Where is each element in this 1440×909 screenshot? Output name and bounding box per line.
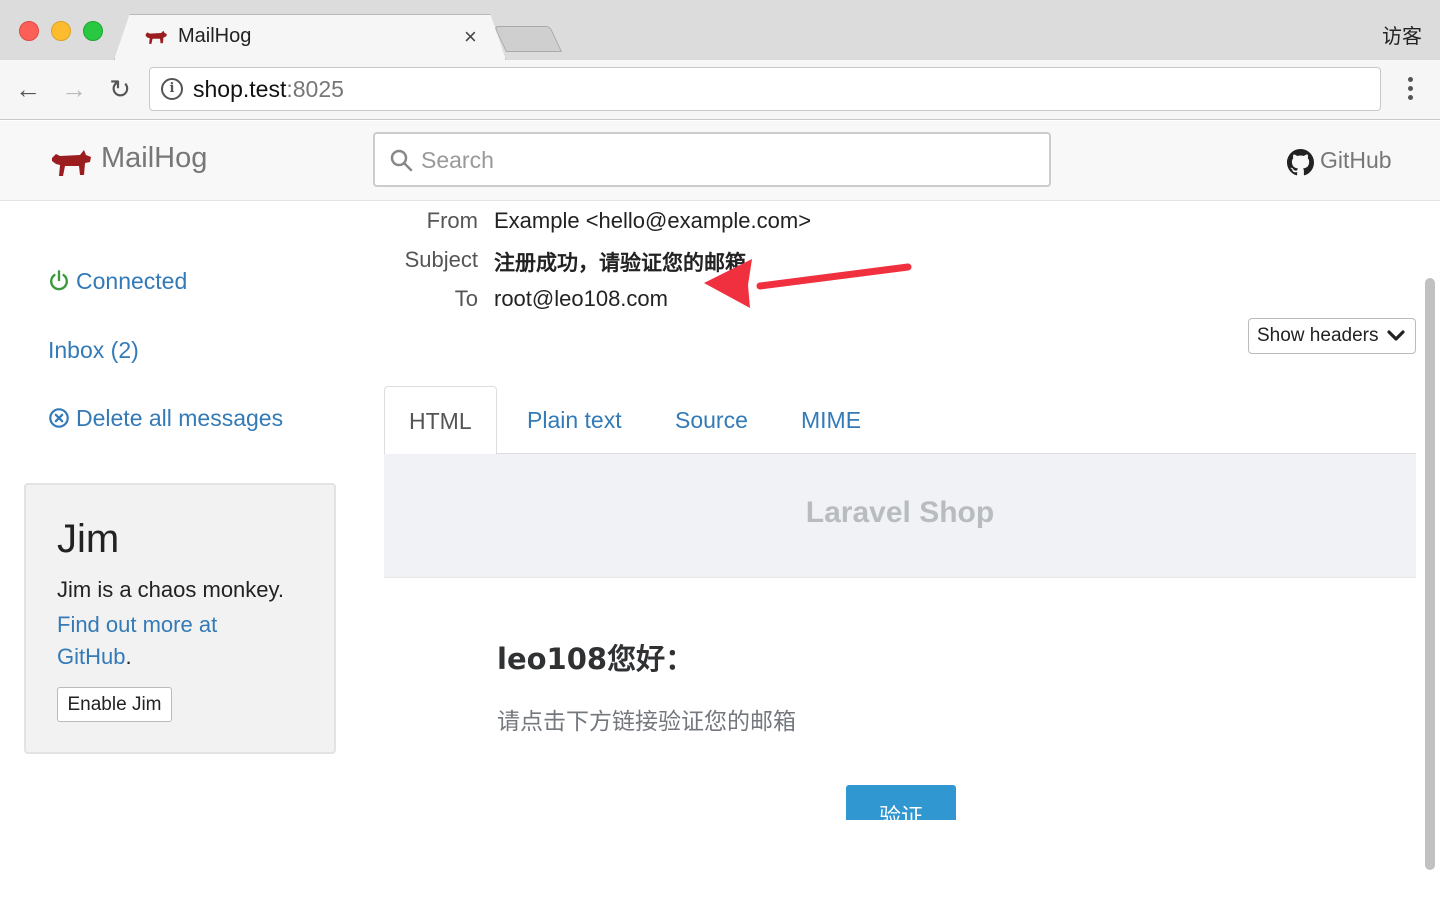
from-value: Example <hello@example.com> [494, 208, 812, 233]
new-tab-button[interactable] [493, 26, 563, 52]
sidebar-item-inbox[interactable]: Inbox (2) [48, 337, 139, 364]
jim-github-link-row: Find out more at GitHub. [57, 609, 277, 673]
verify-button[interactable]: 验证 [846, 785, 956, 820]
arrow-annotation [704, 259, 912, 308]
jim-title: Jim [57, 517, 120, 561]
tab-plain-text[interactable]: Plain text [527, 386, 622, 454]
enable-jim-button[interactable]: Enable Jim [57, 687, 172, 722]
brand-name[interactable]: MailHog [101, 142, 207, 175]
browser-menu-icon[interactable] [1400, 74, 1420, 106]
guest-profile-label[interactable]: 访客 [1382, 20, 1422, 49]
delete-all-messages-link[interactable]: Delete all messages [48, 405, 283, 432]
url-port: :8025 [286, 76, 344, 102]
connection-status-label: Connected [76, 268, 188, 294]
tab-html[interactable]: HTML [384, 386, 497, 455]
pig-logo-icon[interactable] [50, 147, 92, 177]
info-icon[interactable]: i [161, 78, 183, 100]
address-bar[interactable]: i shop.test:8025 [149, 67, 1381, 111]
url-text[interactable]: shop.test:8025 [193, 76, 344, 103]
circle-x-icon [49, 408, 69, 428]
mailhog-navbar: MailHog GitHub [0, 121, 1440, 201]
sidebar-item-inbox-label: Inbox (2) [48, 337, 139, 363]
email-body-text: 请点击下方链接验证您的邮箱 [497, 709, 796, 735]
github-icon [1287, 149, 1314, 176]
show-headers-label: Show headers [1257, 325, 1379, 346]
connection-status[interactable]: Connected [48, 268, 187, 295]
tab-close-icon[interactable]: × [464, 24, 477, 50]
page-scrollbar[interactable] [1425, 278, 1435, 870]
verify-button-viewport: 验证 [846, 785, 956, 820]
jim-github-link[interactable]: Find out more at GitHub [57, 612, 217, 669]
github-label: GitHub [1320, 147, 1392, 173]
url-host: shop.test [193, 76, 287, 102]
delete-all-label: Delete all messages [76, 405, 284, 431]
maximize-window-button[interactable] [83, 21, 103, 41]
tab-source[interactable]: Source [675, 386, 748, 454]
power-icon [50, 270, 68, 291]
pig-logo-icon [145, 30, 167, 44]
forward-icon[interactable]: → [58, 73, 90, 105]
to-label: To [454, 286, 478, 311]
show-headers-button[interactable]: Show headers [1248, 318, 1416, 354]
jim-link-suffix: . [125, 644, 132, 669]
back-icon[interactable]: ← [12, 73, 44, 105]
email-greeting: leo108您好： [497, 642, 695, 676]
search-box[interactable] [373, 132, 1051, 187]
minimize-window-button[interactable] [51, 21, 71, 41]
chevron-down-icon [1387, 330, 1405, 341]
email-shop-name[interactable]: Laravel Shop [384, 496, 1416, 530]
close-window-button[interactable] [19, 21, 39, 41]
from-label: From [426, 208, 478, 233]
subject-label: Subject [404, 247, 478, 272]
browser-toolbar: ← → ↻ i shop.test:8025 [0, 60, 1440, 120]
browser-tab-content[interactable]: MailHog × [120, 14, 500, 60]
tab-title: MailHog [178, 25, 252, 47]
email-header-band: Laravel Shop [384, 454, 1416, 578]
tab-mime[interactable]: MIME [801, 386, 861, 454]
reload-icon[interactable]: ↻ [104, 73, 136, 105]
browser-tab-bar: MailHog × 访客 [0, 0, 1440, 60]
message-tabs: HTML Plain text Source MIME [384, 386, 1416, 455]
jim-description: Jim is a chaos monkey. [57, 577, 285, 602]
jim-panel: Jim Jim is a chaos monkey. Find out more… [24, 483, 336, 754]
to-value: root@leo108.com [494, 286, 668, 311]
search-input[interactable] [421, 142, 1021, 178]
search-icon [390, 149, 413, 172]
